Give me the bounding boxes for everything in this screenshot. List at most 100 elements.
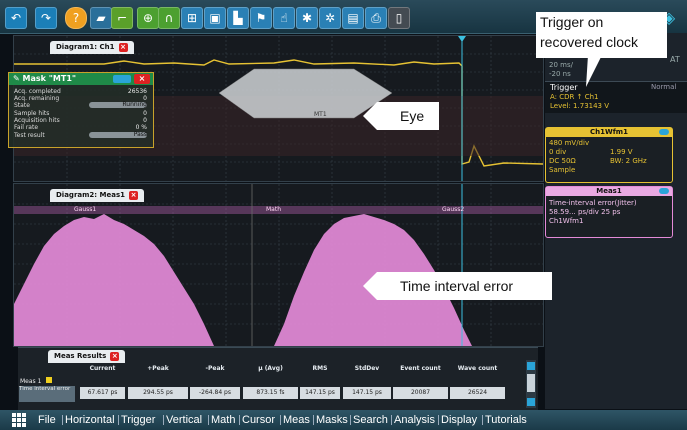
mask-test-result: Pass: [89, 132, 147, 138]
meas1-box[interactable]: Meas1 Time-interval error(Jitter) 58.59.…: [545, 186, 673, 238]
apps-grid-icon[interactable]: [12, 413, 28, 427]
minimize-button[interactable]: [113, 75, 131, 83]
mask-row-label: Acq. completed: [14, 88, 61, 95]
timebase-scale: 20 ms/: [549, 61, 573, 69]
meas-avg: 873.15 fs: [243, 387, 298, 399]
meas1-scale: 58.59... ps/div 25 ps: [549, 208, 621, 216]
diagram1-tab-label: Diagram1: Ch1: [56, 43, 115, 51]
trigger-title: Trigger: [550, 83, 578, 92]
meas-current: 67.617 ps: [80, 387, 125, 399]
trash-icon[interactable]: ⎙: [365, 7, 387, 29]
mask-dialog[interactable]: ✎ Mask "MT1" × Acq. completed 26536 Acq.…: [8, 72, 154, 148]
meas-peak-pos: 294.55 ps: [128, 387, 188, 399]
menu-cursor[interactable]: Cursor: [242, 413, 275, 427]
menu-search[interactable]: Search: [353, 413, 388, 427]
folder-icon[interactable]: ▰: [90, 7, 112, 29]
zoom-window-icon[interactable]: ▣: [204, 7, 226, 29]
mask-row-label: Acq. remaining: [14, 95, 60, 102]
menu-math[interactable]: Math: [211, 413, 235, 427]
mask-row-value: 0: [143, 117, 147, 124]
diagram2-panel[interactable]: Diagram2: Meas1 × Gauss1 Math Gauss2: [13, 183, 544, 347]
meas-row-name: Meas 1: [20, 378, 42, 385]
meas1-type: Time-interval error(Jitter): [549, 199, 637, 207]
collapse-icon[interactable]: [659, 129, 669, 135]
menu-tutorials[interactable]: Tutorials: [485, 413, 527, 427]
meas-row-label[interactable]: Meas 1: [20, 377, 53, 385]
mask-dialog-header: ✎ Mask "MT1" ×: [9, 73, 153, 85]
meas-scrollbar[interactable]: [526, 360, 536, 408]
touch-icon[interactable]: ☝: [273, 7, 295, 29]
close-icon[interactable]: ×: [118, 43, 128, 52]
grid-icon[interactable]: ⊞: [181, 7, 203, 29]
help-icon[interactable]: ?: [65, 7, 87, 29]
menu-analysis[interactable]: Analysis: [394, 413, 435, 427]
back-arrow-icon[interactable]: ↶: [5, 7, 27, 29]
trigger-box[interactable]: Trigger Normal A: CDR ↑ Ch1 Level: 1.731…: [545, 81, 687, 113]
meas1-source: Ch1Wfm1: [549, 217, 584, 225]
collapse-icon[interactable]: [659, 188, 669, 194]
diagram2-tab-label: Diagram2: Meas1: [56, 191, 125, 199]
col-header: Wave count: [457, 365, 498, 372]
col-header: Event count: [400, 365, 441, 372]
folder-open-icon[interactable]: ✲: [319, 7, 341, 29]
col-header: +Peak: [147, 365, 169, 372]
menu-vertical[interactable]: Vertical: [166, 413, 202, 427]
menu-horizontal[interactable]: Horizontal: [65, 413, 115, 427]
meas-event-count: 20087: [393, 387, 448, 399]
binoculars-icon[interactable]: ∩: [158, 7, 180, 29]
trigger-callout-arrow: [586, 55, 602, 87]
meas-color-swatch: [46, 377, 53, 383]
mask-dialog-title: Mask "MT1": [22, 74, 77, 83]
eye-callout-text: Eye: [400, 108, 425, 124]
mask-label: MT1: [314, 111, 327, 118]
printer-icon[interactable]: ▤: [342, 7, 364, 29]
meas-stddev: 147.15 ps: [343, 387, 391, 399]
ch1wfm1-title: Ch1Wfm1: [546, 128, 672, 137]
gear-icon[interactable]: ✱: [296, 7, 318, 29]
zoom-icon[interactable]: ⊕: [137, 7, 159, 29]
ch1-bandwidth: BW: 2 GHz: [610, 157, 647, 165]
scroll-down-icon[interactable]: [527, 398, 535, 406]
meas-results-panel: Meas Results × Current +Peak -Peak μ (Avg…: [18, 347, 538, 410]
diagram1-tab[interactable]: Diagram1: Ch1 ×: [50, 41, 134, 54]
mask-row-label: Test result: [14, 132, 45, 139]
menu-trigger[interactable]: Trigger: [121, 413, 155, 427]
acq-label: AT: [670, 55, 680, 64]
bookmark-icon[interactable]: ▙: [227, 7, 249, 29]
meas-peak-neg: -264.84 ps: [190, 387, 240, 399]
col-header: -Peak: [205, 365, 225, 372]
timebase-offset: -20 ns: [549, 70, 571, 78]
mask-row-value: 26536: [127, 88, 147, 95]
marker-math: Math: [266, 206, 282, 213]
ch1wfm1-box[interactable]: Ch1Wfm1 480 mV/div 0 div 1.99 V DC 50Ω B…: [545, 127, 673, 183]
forward-arrow-icon[interactable]: ↷: [35, 7, 57, 29]
meas-results-tab-label: Meas Results: [54, 352, 107, 360]
diagram2-tab[interactable]: Diagram2: Meas1 ×: [50, 189, 144, 202]
mask-row-value: 0 %: [135, 124, 147, 131]
col-header: RMS: [312, 365, 328, 372]
trigger-mode: Normal: [651, 83, 677, 91]
col-header: StdDev: [354, 365, 380, 372]
menu-display[interactable]: Display: [441, 413, 477, 427]
trash-icon[interactable]: ▯: [388, 7, 410, 29]
mask-row-label: State: [14, 102, 30, 109]
close-icon[interactable]: ×: [129, 191, 138, 200]
menu-masks[interactable]: Masks: [316, 413, 348, 427]
trigger-callout: Trigger on recovered clock: [536, 12, 667, 58]
menu-meas[interactable]: Meas: [283, 413, 310, 427]
tie-callout-text: Time interval error: [400, 278, 514, 294]
ch1-coupling: DC 50Ω: [549, 157, 576, 165]
meas-row-type: Time interval error: [19, 386, 75, 402]
close-button[interactable]: ×: [134, 74, 150, 84]
mask-row-label: Sample hits: [14, 110, 50, 117]
ch1-acq-mode: Sample: [549, 166, 576, 174]
marker-gauss2: Gauss2: [442, 206, 465, 213]
menu-file[interactable]: File: [38, 413, 56, 427]
meas-results-tab[interactable]: Meas Results ×: [48, 350, 126, 363]
scroll-up-icon[interactable]: [527, 362, 535, 370]
close-icon[interactable]: ×: [110, 352, 120, 361]
ch1-offset-volt: 1.99 V: [610, 148, 633, 156]
scroll-thumb[interactable]: [527, 374, 535, 392]
stairs-icon[interactable]: ⌐: [111, 7, 133, 29]
flag-icon[interactable]: ⚑: [250, 7, 272, 29]
